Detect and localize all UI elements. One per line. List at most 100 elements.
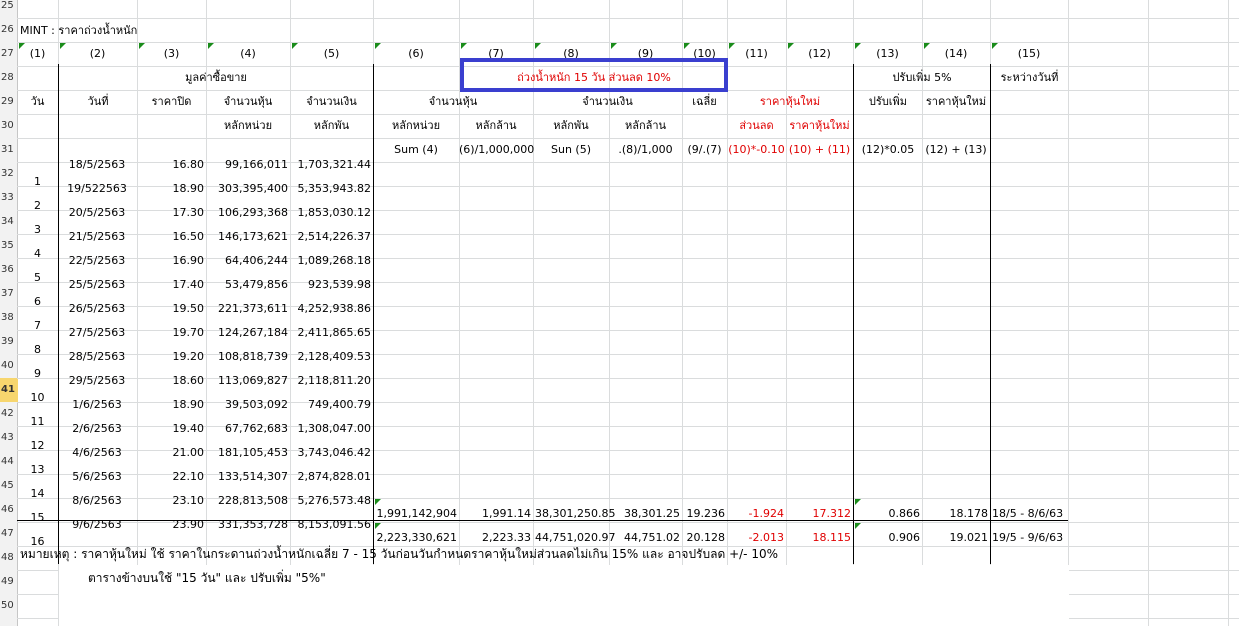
- shares-cell[interactable]: 221,373,611: [206, 297, 288, 321]
- result-c11[interactable]: -1.924: [729, 502, 784, 526]
- day-cell[interactable]: 14: [17, 482, 58, 506]
- date-cell[interactable]: 25/5/2563: [62, 273, 132, 297]
- row-number[interactable]: 49: [0, 570, 18, 594]
- row-number[interactable]: 28: [0, 66, 18, 90]
- shares-cell[interactable]: 331,353,728: [206, 513, 288, 537]
- shares-cell[interactable]: 146,173,621: [206, 225, 288, 249]
- close-cell[interactable]: 16.90: [137, 249, 205, 273]
- shares-cell[interactable]: 67,762,683: [206, 417, 288, 441]
- close-cell[interactable]: 19.40: [137, 417, 205, 441]
- money-cell[interactable]: 2,874,828.01: [290, 465, 371, 489]
- row-number[interactable]: 35: [0, 234, 18, 258]
- row-number[interactable]: 41: [0, 378, 18, 402]
- row-number[interactable]: 38: [0, 306, 18, 330]
- close-cell[interactable]: 18.90: [137, 393, 205, 417]
- shares-cell[interactable]: 53,479,856: [206, 273, 288, 297]
- result-c13[interactable]: 0.866: [855, 502, 921, 526]
- row-number[interactable]: 27: [0, 42, 18, 66]
- row-number[interactable]: 31: [0, 138, 18, 162]
- shares-cell[interactable]: 99,166,011: [206, 153, 288, 177]
- close-cell[interactable]: 19.70: [137, 321, 205, 345]
- close-cell[interactable]: 22.10: [137, 465, 205, 489]
- result-c12[interactable]: 18.115: [788, 526, 852, 550]
- row-number[interactable]: 29: [0, 90, 18, 114]
- spreadsheet[interactable]: 25 26 27 28 29 30 31 32 33 34 35 36 37 38 39 40 41 42 43 44…: [0, 0, 1239, 626]
- row-number[interactable]: 47: [0, 522, 18, 546]
- shares-cell[interactable]: 228,813,508: [206, 489, 288, 513]
- shares-cell[interactable]: 133,514,307: [206, 465, 288, 489]
- date-cell[interactable]: 8/6/2563: [62, 489, 132, 513]
- row-number[interactable]: 42: [0, 402, 18, 426]
- row-number[interactable]: 43: [0, 426, 18, 450]
- money-cell[interactable]: 5,353,943.82: [290, 177, 371, 201]
- date-cell[interactable]: 26/5/2563: [62, 297, 132, 321]
- date-cell[interactable]: 4/6/2563: [62, 441, 132, 465]
- result-c9[interactable]: 38,301.25: [611, 502, 680, 526]
- shares-cell[interactable]: 113,069,827: [206, 369, 288, 393]
- result-c12[interactable]: 17.312: [788, 502, 852, 526]
- result-c7[interactable]: 1,991.14: [461, 502, 531, 526]
- day-cell[interactable]: 15: [17, 506, 58, 530]
- result-c8[interactable]: 38,301,250.85: [535, 502, 615, 526]
- close-cell[interactable]: 16.50: [137, 225, 205, 249]
- money-cell[interactable]: 5,276,573.48: [290, 489, 371, 513]
- shares-cell[interactable]: 39,503,092: [206, 393, 288, 417]
- close-cell[interactable]: 17.30: [137, 201, 205, 225]
- date-cell[interactable]: 22/5/2563: [62, 249, 132, 273]
- close-cell[interactable]: 16.80: [137, 153, 205, 177]
- row-number[interactable]: 37: [0, 282, 18, 306]
- money-cell[interactable]: 2,118,811.20: [290, 369, 371, 393]
- money-cell[interactable]: 3,743,046.42: [290, 441, 371, 465]
- day-cell[interactable]: 6: [17, 290, 58, 314]
- result-c6[interactable]: 1,991,142,904: [375, 502, 457, 526]
- day-cell[interactable]: 8: [17, 338, 58, 362]
- day-cell[interactable]: 10: [17, 386, 58, 410]
- shares-cell[interactable]: 181,105,453: [206, 441, 288, 465]
- row-number[interactable]: 30: [0, 114, 18, 138]
- shares-cell[interactable]: 303,395,400: [206, 177, 288, 201]
- day-cell[interactable]: 12: [17, 434, 58, 458]
- day-cell[interactable]: 5: [17, 266, 58, 290]
- row-number[interactable]: 39: [0, 330, 18, 354]
- row-number[interactable]: 34: [0, 210, 18, 234]
- date-cell[interactable]: 5/6/2563: [62, 465, 132, 489]
- day-cell[interactable]: 4: [17, 242, 58, 266]
- result-c15[interactable]: 18/5 - 8/6/63: [992, 502, 1066, 526]
- close-cell[interactable]: 17.40: [137, 273, 205, 297]
- row-number[interactable]: 40: [0, 354, 18, 378]
- shares-cell[interactable]: 64,406,244: [206, 249, 288, 273]
- row-number[interactable]: 33: [0, 186, 18, 210]
- date-cell[interactable]: 28/5/2563: [62, 345, 132, 369]
- close-cell[interactable]: 19.50: [137, 297, 205, 321]
- row-number[interactable]: 36: [0, 258, 18, 282]
- money-cell[interactable]: 4,252,938.86: [290, 297, 371, 321]
- result-c13[interactable]: 0.906: [855, 526, 921, 550]
- date-cell[interactable]: 29/5/2563: [62, 369, 132, 393]
- date-cell[interactable]: 9/6/2563: [62, 513, 132, 537]
- day-cell[interactable]: 9: [17, 362, 58, 386]
- day-cell[interactable]: 1: [17, 170, 58, 194]
- close-cell[interactable]: 18.60: [137, 369, 205, 393]
- money-cell[interactable]: 749,400.79: [290, 393, 371, 417]
- day-cell[interactable]: 7: [17, 314, 58, 338]
- row-number[interactable]: 32: [0, 162, 18, 186]
- day-cell[interactable]: 13: [17, 458, 58, 482]
- result-c14[interactable]: 18.178: [924, 502, 989, 526]
- row-number[interactable]: 48: [0, 546, 18, 570]
- date-cell[interactable]: 2/6/2563: [62, 417, 132, 441]
- money-cell[interactable]: 8,153,091.56: [290, 513, 371, 537]
- money-cell[interactable]: 923,539.98: [290, 273, 371, 297]
- date-cell[interactable]: 18/5/2563: [62, 153, 132, 177]
- row-number[interactable]: 26: [0, 18, 18, 42]
- shares-cell[interactable]: 124,267,184: [206, 321, 288, 345]
- date-cell[interactable]: 19/522563: [62, 177, 132, 201]
- day-cell[interactable]: 2: [17, 194, 58, 218]
- close-cell[interactable]: 19.20: [137, 345, 205, 369]
- result-c10[interactable]: 19.236: [684, 502, 726, 526]
- result-c15[interactable]: 19/5 - 9/6/63: [992, 526, 1066, 550]
- date-cell[interactable]: 27/5/2563: [62, 321, 132, 345]
- row-number[interactable]: 50: [0, 594, 18, 618]
- close-cell[interactable]: 21.00: [137, 441, 205, 465]
- row-number[interactable]: 44: [0, 450, 18, 474]
- money-cell[interactable]: 2,411,865.65: [290, 321, 371, 345]
